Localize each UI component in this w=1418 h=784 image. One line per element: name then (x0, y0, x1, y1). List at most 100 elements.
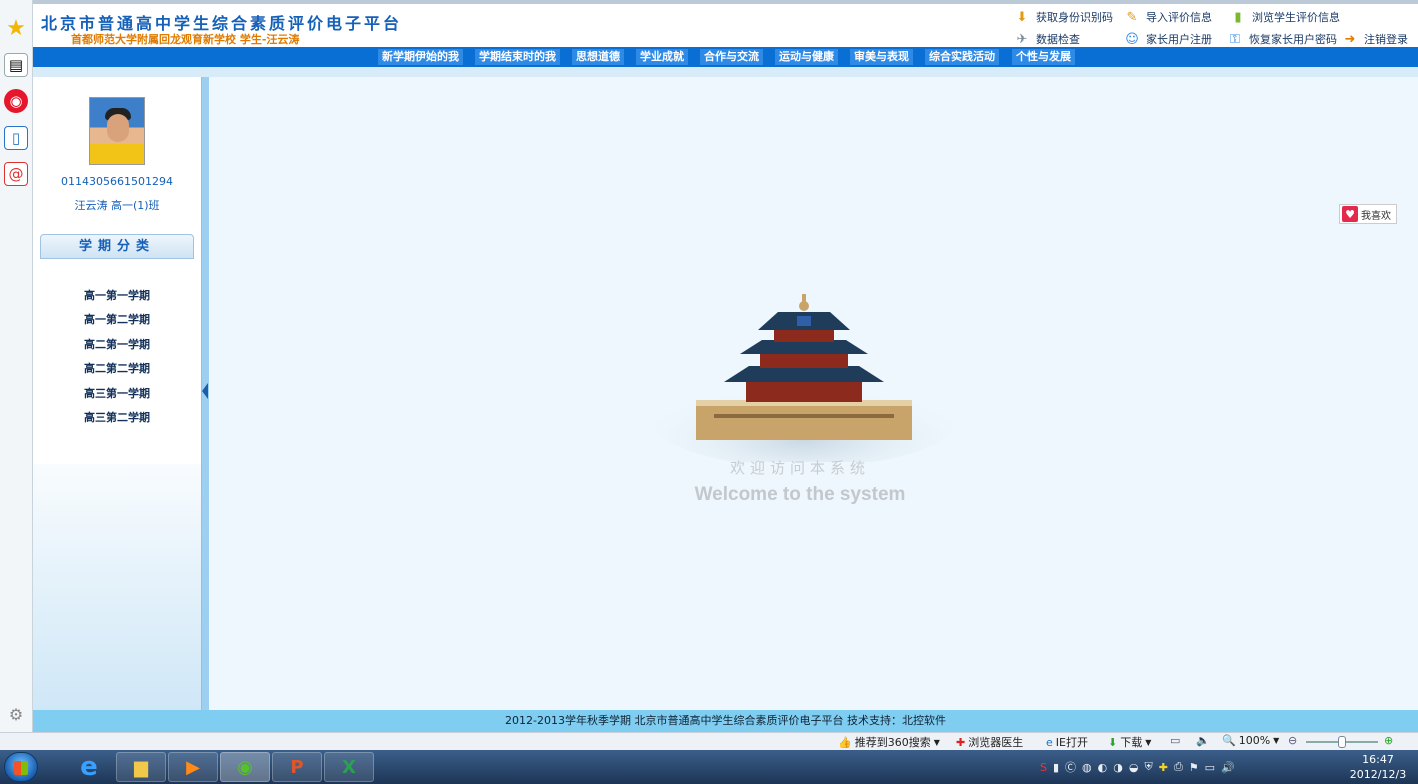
download-arrow-icon: ⬇ (1108, 735, 1118, 749)
semester-item[interactable]: 高二第二学期 (33, 360, 201, 376)
browser-360-icon[interactable]: ◉ (220, 752, 270, 782)
tray-plus-icon[interactable]: ✚ (1159, 761, 1168, 774)
semester-item[interactable]: 高三第一学期 (33, 385, 201, 401)
clock-date: 2012/12/3 (1349, 768, 1407, 781)
tray-app-icon[interactable]: ◒ (1129, 761, 1139, 774)
semester-item[interactable]: 高二第一学期 (33, 336, 201, 352)
welcome-english: Welcome to the system (694, 484, 906, 505)
welcome-chinese: 欢迎访问本系统 (729, 459, 870, 477)
tray-c-icon[interactable]: Ⓒ (1065, 759, 1076, 775)
nav-moral[interactable]: 思想道德 (572, 49, 624, 65)
parent-register-icon: ☺ (1125, 31, 1139, 47)
network-icon[interactable]: ◍ (1082, 761, 1092, 774)
window-icon[interactable]: ▭ (1170, 734, 1180, 747)
student-profile: 0114305661501294 汪云涛 高一(1)班 (33, 85, 201, 225)
powerpoint-icon[interactable]: P (272, 752, 322, 782)
semester-item[interactable]: 高一第二学期 (33, 311, 201, 327)
site-header: 北京市普通高中学生综合素质评价电子平台 首都师范大学附属回龙观育新学校 学生-汪… (33, 4, 1418, 47)
nav-personality[interactable]: 个性与发展 (1012, 49, 1075, 65)
sogou-input-icon[interactable]: S (1040, 761, 1047, 774)
page-footer: 2012-2013学年秋季学期 北京市普通高中学生综合素质评价电子平台 技术支持… (33, 710, 1418, 732)
system-clock[interactable]: 16:47 2012/12/3 (1345, 752, 1411, 782)
printer-icon[interactable]: ⎙ (1174, 760, 1183, 774)
nav-new-semester[interactable]: 新学期伊始的我 (378, 49, 463, 65)
shield-icon[interactable]: ⛨ (1144, 760, 1152, 774)
data-check-link[interactable]: ✈ 数据检查 (1013, 30, 1080, 48)
tray-app-icon[interactable]: ◑ (1113, 761, 1123, 774)
thumbs-up-icon: 👍 (838, 735, 852, 749)
left-panel: 0114305661501294 汪云涛 高一(1)班 学期分类 高一第一学期 … (33, 77, 201, 710)
flag-icon[interactable]: ⚑ (1189, 761, 1199, 774)
settings-gear-icon[interactable]: ⚙ (4, 702, 28, 726)
restore-parent-password-link[interactable]: ⚿ 恢复家长用户密码 (1226, 30, 1337, 48)
zoom-out-icon[interactable]: ⊖ (1288, 734, 1297, 747)
nav-aesthetics[interactable]: 审美与表现 (850, 49, 913, 65)
browse-evaluation-link[interactable]: ▮ 浏览学生评价信息 (1229, 8, 1340, 26)
download-person-icon: ⬇ (1016, 9, 1028, 25)
zoom-in-icon[interactable]: ⊕ (1384, 734, 1393, 747)
mail-icon[interactable]: @ (4, 162, 28, 186)
start-button[interactable] (4, 752, 38, 782)
student-id: 0114305661501294 (61, 175, 173, 188)
windows-taskbar: e ▆ ▶ ◉ P X S ▮ Ⓒ ◍ ◐ ◑ ◒ ⛨ ✚ ⎙ ⚑ ▭ 🔊 16… (0, 750, 1418, 784)
media-player-icon[interactable]: ▶ (168, 752, 218, 782)
dropdown-arrow-icon: ▼ (1273, 736, 1280, 745)
like-button[interactable]: ♥ 我喜欢 (1339, 204, 1397, 224)
browser-doctor-button[interactable]: ✚ 浏览器医生 (956, 734, 1023, 750)
semester-list: 高一第一学期 高一第二学期 高二第一学期 高二第二学期 高三第一学期 高三第二学… (33, 262, 201, 464)
windows-logo-icon (14, 761, 28, 775)
weibo-icon[interactable]: ◉ (4, 89, 28, 113)
phone-icon[interactable]: ▯ (4, 126, 28, 150)
explorer-folder-icon[interactable]: ▆ (116, 752, 166, 782)
main-nav: 新学期伊始的我 学期结束时的我 思想道德 学业成就 合作与交流 运动与健康 审美… (33, 47, 1418, 67)
semester-item[interactable]: 高一第一学期 (33, 287, 201, 303)
school-user-line: 首都师范大学附属回龙观育新学校 学生-汪云涛 (71, 33, 300, 46)
nav-cooperation[interactable]: 合作与交流 (700, 49, 763, 65)
speaker-icon[interactable]: 🔈 (1196, 734, 1210, 747)
ie-icon: e (1046, 735, 1053, 749)
heart-icon: ♥ (1342, 206, 1358, 222)
main-content: ♥ 我喜欢 欢迎访问本系统 Welcome to the system (209, 77, 1418, 710)
system-tray: S ▮ Ⓒ ◍ ◐ ◑ ◒ ⛨ ✚ ⎙ ⚑ ▭ 🔊 (1040, 750, 1340, 784)
battery-icon[interactable]: ▮ (1053, 761, 1059, 774)
zoom-slider-thumb[interactable] (1338, 736, 1346, 748)
collapse-arrow-icon[interactable] (202, 383, 208, 399)
import-icon: ✎ (1126, 9, 1138, 25)
nav-sports-health[interactable]: 运动与健康 (775, 49, 838, 65)
nav-academic[interactable]: 学业成就 (636, 49, 688, 65)
dropdown-arrow-icon: ▼ (1145, 737, 1152, 747)
student-photo (89, 97, 145, 165)
browser-status-bar: 👍 推荐到360搜索 ▼ ✚ 浏览器医生 e IE打开 ⬇ 下载 ▼ ▭ 🔈 🔍… (0, 732, 1418, 750)
panel-divider (201, 77, 209, 710)
semester-category-header: 学期分类 (40, 234, 194, 259)
medical-cross-icon: ✚ (956, 735, 966, 749)
volume-icon[interactable]: 🔊 (1221, 761, 1235, 774)
dropdown-arrow-icon: ▼ (933, 737, 940, 747)
magnifier-icon: 🔍 (1222, 734, 1236, 747)
import-evaluation-link[interactable]: ✎ 导入评价信息 (1123, 8, 1212, 26)
student-name-class: 汪云涛 高一(1)班 (74, 199, 160, 212)
logout-icon: ➜ (1344, 31, 1356, 47)
data-check-icon: ✈ (1016, 31, 1028, 47)
tray-app-icon[interactable]: ◐ (1098, 761, 1108, 774)
news-icon[interactable]: ▤ (4, 53, 28, 77)
browser-sidebar: ★ ▤ ◉ ▯ @ ⚙ (0, 0, 33, 732)
logout-link[interactable]: ➜ 注销登录 (1341, 30, 1408, 48)
nav-semester-end[interactable]: 学期结束时的我 (475, 49, 560, 65)
excel-icon[interactable]: X (324, 752, 374, 782)
temple-of-heaven-image (654, 294, 954, 462)
restore-password-icon: ⚿ (1230, 31, 1240, 47)
download-button[interactable]: ⬇ 下载 ▼ (1108, 734, 1151, 750)
favorites-star-icon[interactable]: ★ (4, 16, 28, 41)
monitor-icon[interactable]: ▭ (1205, 761, 1215, 774)
get-id-code-link[interactable]: ⬇ 获取身份识别码 (1013, 8, 1113, 26)
clock-time: 16:47 (1362, 753, 1394, 766)
open-in-ie-button[interactable]: e IE打开 (1046, 734, 1088, 750)
ie-taskbar-icon[interactable]: e (64, 752, 114, 782)
semester-item[interactable]: 高三第二学期 (33, 409, 201, 425)
parent-register-link[interactable]: ☺ 家长用户注册 (1123, 30, 1212, 48)
nav-practice[interactable]: 综合实践活动 (925, 49, 999, 65)
nav-subbar (33, 67, 1418, 77)
recommend-360-search[interactable]: 👍 推荐到360搜索 ▼ (838, 734, 940, 750)
zoom-level-control[interactable]: 🔍 100% ▼ (1222, 734, 1279, 747)
